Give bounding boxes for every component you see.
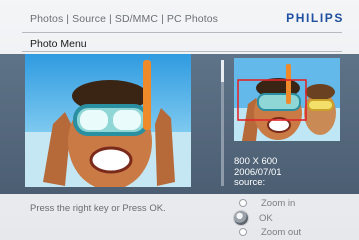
- ok-knob-icon[interactable]: [234, 211, 248, 225]
- thumbnail-photo: [234, 58, 340, 141]
- ok-option[interactable]: OK: [230, 210, 273, 226]
- menu-divider: [22, 51, 342, 52]
- zoom-in-label: Zoom in: [261, 197, 296, 209]
- status-hint: Press the right key or Press OK.: [30, 203, 166, 214]
- main-photo: [25, 54, 191, 187]
- zoom-out-label: Zoom out: [261, 226, 302, 238]
- resolution-label: 800 X 600: [234, 156, 278, 167]
- source-label: source:: [234, 177, 266, 188]
- header-bar: Photos | Source | SD/MMC | PC Photos PHI…: [0, 0, 359, 30]
- radio-dot-icon: [239, 199, 247, 207]
- zoom-in-option[interactable]: Zoom in: [230, 197, 295, 209]
- header-divider: [22, 32, 342, 33]
- zoom-out-option[interactable]: Zoom out: [230, 226, 301, 238]
- brand-logo: PHILIPS: [286, 11, 344, 25]
- ok-label: OK: [259, 212, 273, 224]
- radio-dot-icon: [239, 228, 247, 236]
- breadcrumb: Photos | Source | SD/MMC | PC Photos: [30, 13, 219, 25]
- menu-title: Photo Menu: [30, 38, 87, 50]
- scrollbar-thumb[interactable]: [221, 60, 224, 82]
- photo-frame-screen: Photos | Source | SD/MMC | PC Photos PHI…: [0, 0, 359, 240]
- zoom-controls: Zoom in OK Zoom out: [230, 197, 340, 239]
- photo-info: 800 X 600 2006/07/01 source:: [234, 156, 282, 189]
